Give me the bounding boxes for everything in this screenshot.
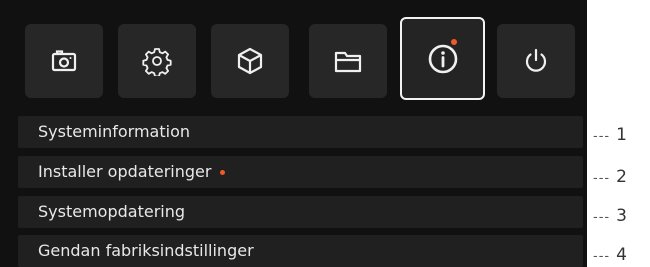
callout-number: 3	[616, 206, 627, 226]
menu-item-label: Systeminformation	[38, 122, 191, 141]
menu-item-factory-reset[interactable]: Gendan fabriksindstillinger	[18, 235, 583, 267]
callout-leader: ---	[593, 210, 611, 225]
cube-button[interactable]	[211, 24, 289, 98]
folder-button[interactable]	[309, 24, 387, 98]
callout-2: --- 2	[593, 167, 627, 187]
callout-leader: ---	[593, 249, 611, 264]
menu-item-label: Systemopdatering	[38, 202, 186, 221]
callout-1: --- 1	[593, 125, 627, 145]
callout-number: 1	[616, 125, 627, 145]
settings-button[interactable]	[118, 24, 196, 98]
callout-leader: ---	[593, 129, 611, 144]
menu-item-label: Gendan fabriksindstillinger	[38, 241, 254, 260]
menu-item-system-update[interactable]: Systemopdatering	[18, 196, 583, 228]
camera-button[interactable]	[25, 24, 103, 98]
info-button[interactable]	[400, 17, 485, 100]
settings-panel: Systeminformation Installer opdateringer…	[0, 0, 587, 267]
camera-icon	[51, 50, 77, 72]
menu-item-label: Installer opdateringer	[38, 162, 212, 181]
menu-item-systeminformation[interactable]: Systeminformation	[18, 116, 583, 148]
update-notification-dot	[220, 169, 226, 175]
cube-icon	[237, 47, 263, 75]
callout-number: 2	[616, 167, 627, 187]
info-icon	[428, 44, 457, 73]
power-icon	[525, 48, 547, 72]
menu-item-install-updates[interactable]: Installer opdateringer	[18, 156, 583, 188]
notification-dot	[451, 39, 457, 45]
folder-icon	[334, 51, 362, 73]
callout-leader: ---	[593, 171, 611, 186]
callout-number: 4	[616, 245, 627, 265]
callout-3: --- 3	[593, 206, 627, 226]
settings-gear-icon	[142, 48, 172, 76]
power-button[interactable]	[497, 24, 575, 98]
callout-4: --- 4	[593, 245, 627, 265]
